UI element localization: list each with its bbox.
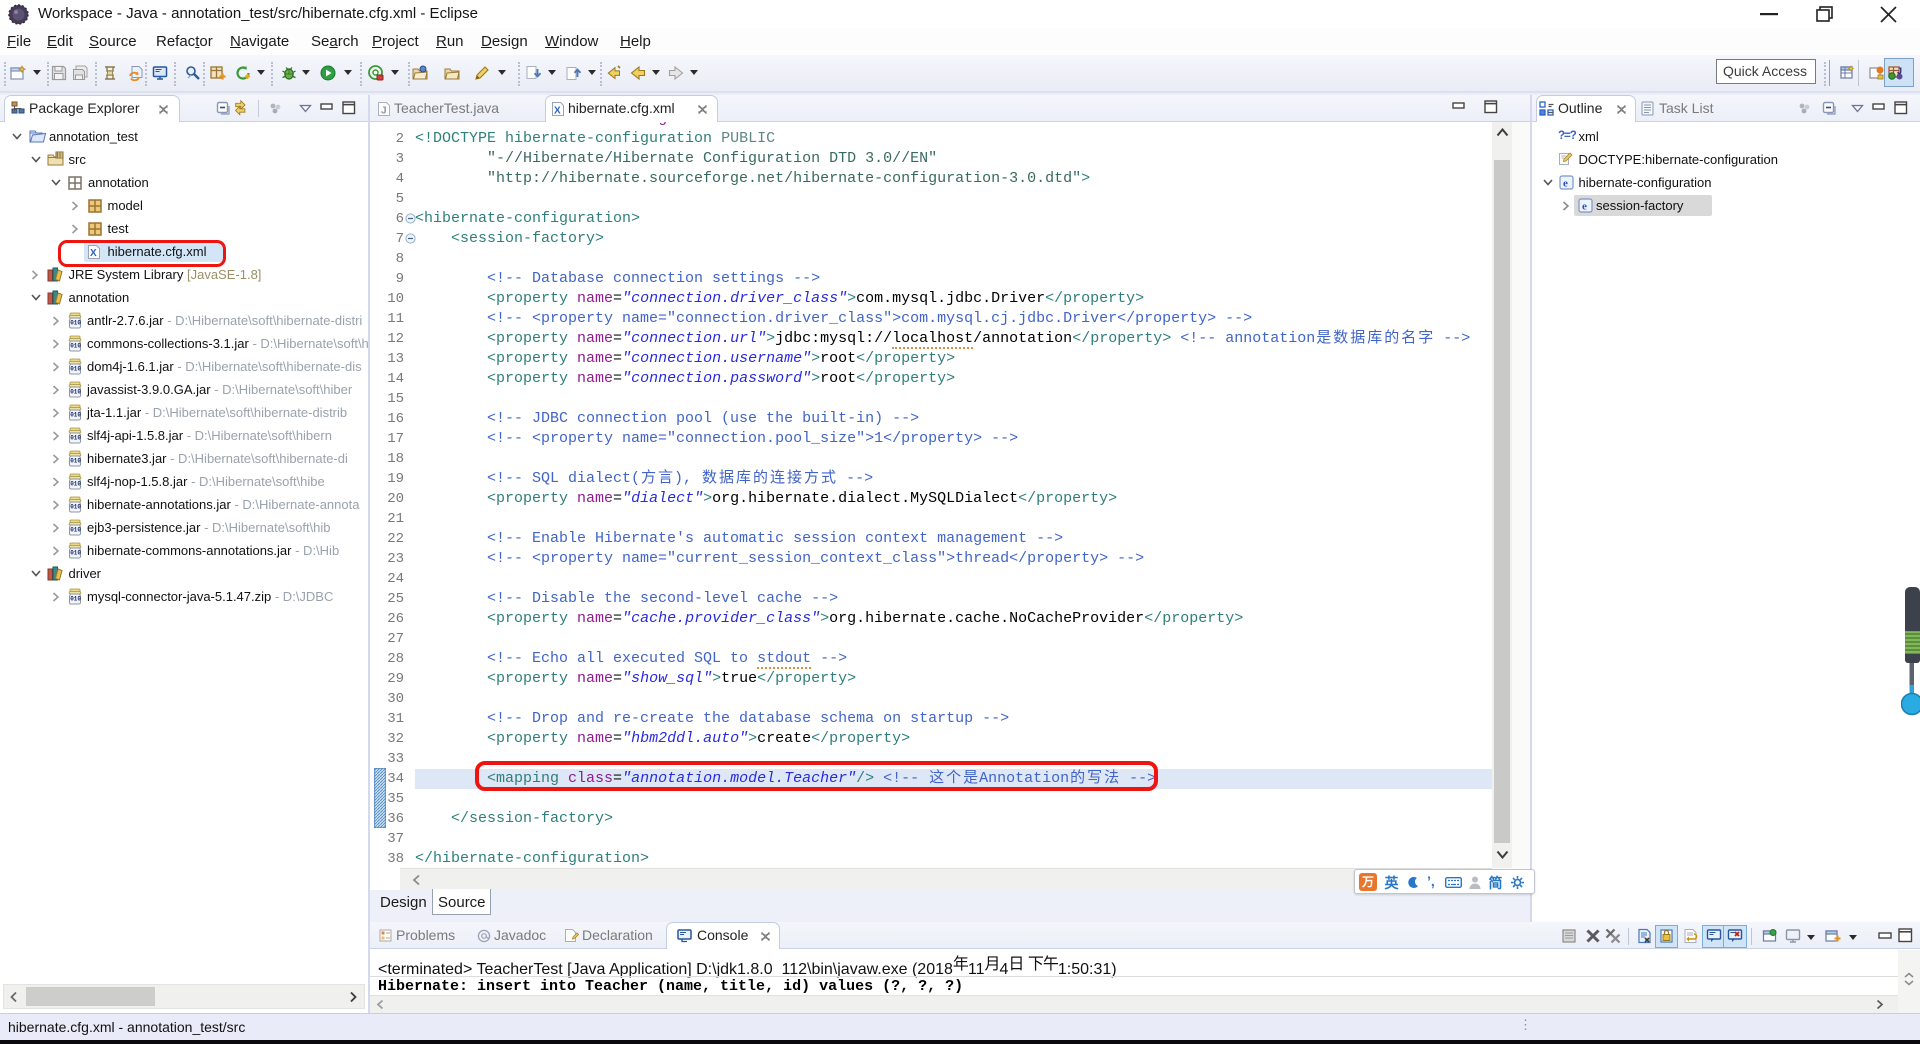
svg-text:010: 010 xyxy=(70,389,81,396)
svg-text:010: 010 xyxy=(70,343,81,350)
svg-text:010: 010 xyxy=(70,412,81,419)
svg-text:010: 010 xyxy=(70,596,81,603)
svg-text:e: e xyxy=(1582,200,1587,212)
svg-text:010: 010 xyxy=(70,435,81,442)
svg-text:010: 010 xyxy=(70,320,81,327)
svg-text:010: 010 xyxy=(70,550,81,557)
svg-text:010: 010 xyxy=(70,481,81,488)
svg-text:010: 010 xyxy=(70,504,81,511)
svg-text:J: J xyxy=(1897,66,1902,76)
svg-text:X: X xyxy=(554,106,561,117)
svg-text:010: 010 xyxy=(70,366,81,373)
svg-text:010: 010 xyxy=(70,527,81,534)
svg-text:J: J xyxy=(381,106,387,117)
svg-text:e: e xyxy=(1563,177,1568,189)
svg-text:010: 010 xyxy=(70,458,81,465)
